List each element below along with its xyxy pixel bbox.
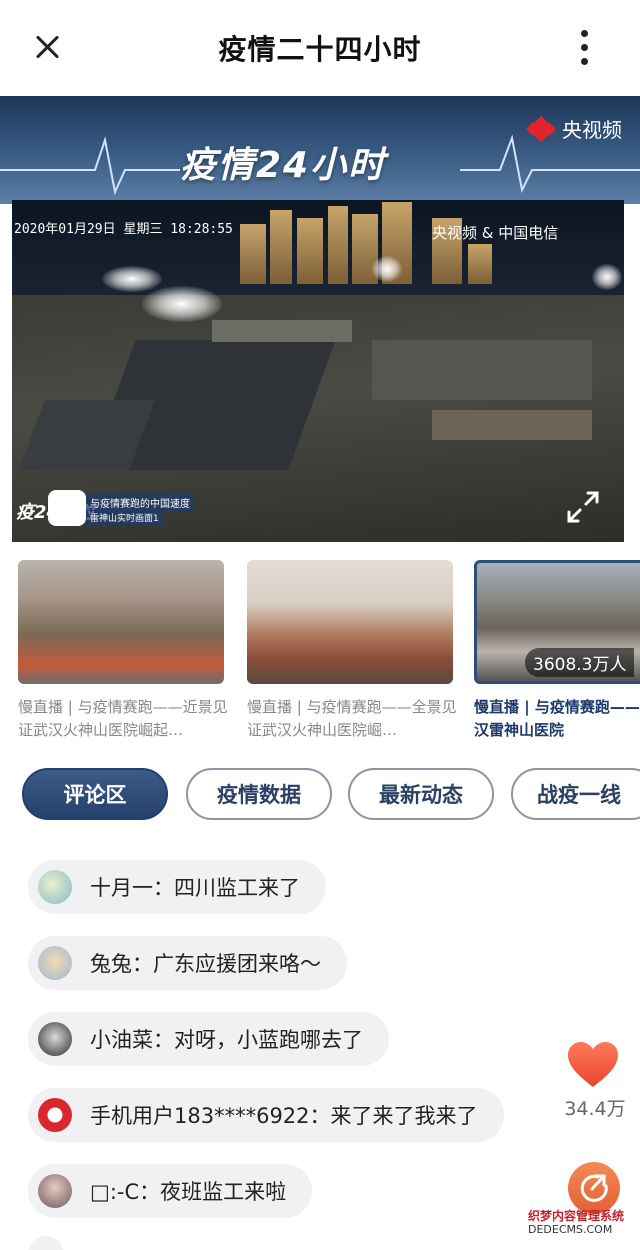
cctv-logo-icon [525,115,557,142]
comment-text: 手机用户183****6922：来了来了我来了 [90,1104,478,1128]
avatar [38,1022,72,1056]
tab-epidemic-data[interactable]: 疫情数据 [186,768,332,820]
comment-text: □:-C：夜班监工来啦 [90,1180,287,1204]
cctv-video-logo: 央视频 [525,114,622,143]
share-icon [580,1174,608,1202]
avatar [38,870,72,904]
comment-item: 兔兔：广东应援团来咯～ [28,936,347,990]
overlay-caption-line2: 雷神山实时画面1 [86,510,163,525]
comment-item: 手机用户183****6922：来了来了我来了 [28,1088,504,1142]
overlay-caption-line1: 与疫情赛跑的中国速度 [86,494,194,511]
blurred-mask [48,490,86,526]
banner-title: 疫情24小时 [180,145,387,186]
comment-item-partial [28,1236,64,1250]
video-brand-watermark: 央视频 & 中国电信 [432,224,559,242]
video-caption-overlay: 疫24小时 与疫情赛跑的中国速度 雷神山实时画面1 [12,484,212,540]
avatar [38,1174,72,1208]
fullscreen-icon[interactable] [566,490,600,524]
section-tabs: 评论区 疫情数据 最新动态 战疫一线 [0,768,640,822]
comment-text: 兔兔：广东应援团来咯～ [90,952,321,976]
site-watermark: 织梦内容管理系统 DEDECMS.COM [528,1209,625,1237]
like-count: 34.4万 [564,1098,626,1120]
comment-item: 十月一：四川监工来了 [28,860,326,914]
views-count-badge: 3608.3万人 [525,648,635,677]
avatar [38,1098,72,1132]
comment-item: □:-C：夜班监工来啦 [28,1164,313,1218]
more-vertical-icon[interactable] [570,26,600,70]
tab-latest-news[interactable]: 最新动态 [348,768,494,820]
video-caption: 慢直播 | 与疫情赛跑——全景见证武汉火神山医院崛… [247,698,457,739]
video-timestamp: 2020年01月29日 星期三 18:28:55 [14,222,233,237]
logo-text: 央视频 [562,118,622,142]
related-video-card-1[interactable]: 慢直播 | 与疫情赛跑——近景见证武汉火神山医院崛起… [18,560,228,740]
comment-item: 小油菜：对呀，小蓝跑哪去了 [28,1012,389,1066]
comment-text: 小油菜：对呀，小蓝跑哪去了 [90,1028,363,1052]
tab-frontline[interactable]: 战疫一线 [511,768,640,820]
video-caption: 慢直播 | 与疫情赛跑——直击武汉雷神山医院 [474,698,640,739]
program-banner: 疫情24小时 央视频 [0,96,640,204]
heart-icon[interactable] [566,1040,620,1090]
video-thumbnail: 3608.3万人 [474,560,640,684]
related-video-card-3[interactable]: 3608.3万人 慢直播 | 与疫情赛跑——直击武汉雷神山医院 [474,560,640,740]
video-caption: 慢直播 | 与疫情赛跑——近景见证武汉火神山医院崛起… [18,698,228,739]
avatar [38,946,72,980]
comment-text: 十月一：四川监工来了 [90,876,300,900]
share-button[interactable] [568,1162,620,1214]
video-thumbnail [247,560,453,684]
tab-comments[interactable]: 评论区 [22,768,168,820]
related-video-card-2[interactable]: 慢直播 | 与疫情赛跑——全景见证武汉火神山医院崛… [247,560,457,740]
related-video-list: 慢直播 | 与疫情赛跑——近景见证武汉火神山医院崛起… 慢直播 | 与疫情赛跑—… [14,560,640,740]
watermark-line1: 织梦内容管理系统 [528,1209,625,1223]
top-bar: 疫情二十四小时 [0,0,640,96]
video-thumbnail [18,560,224,684]
page-title: 疫情二十四小时 [218,33,422,66]
watermark-line2: DEDECMS.COM [528,1223,613,1236]
live-video-player[interactable]: 2020年01月29日 星期三 18:28:55 央视频 & 中国电信 疫24小… [12,200,624,542]
